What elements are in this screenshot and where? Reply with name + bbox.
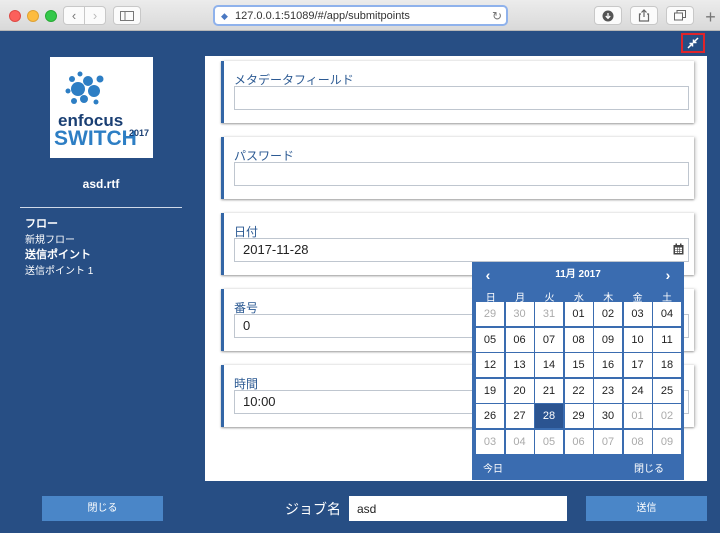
day-cell[interactable]: 08 xyxy=(623,429,652,454)
day-cell[interactable]: 01 xyxy=(623,404,652,428)
day-cell[interactable]: 09 xyxy=(653,429,681,454)
date-input[interactable]: 2017-11-28 xyxy=(234,238,689,262)
zoom-window-button[interactable] xyxy=(45,10,57,22)
calendar-icon[interactable] xyxy=(673,243,684,255)
browser-toolbar: ‹ › ◆ 127.0.0.1:51089/#/app/submitpoints… xyxy=(0,0,720,31)
downloads-button[interactable] xyxy=(594,6,622,25)
day-cell[interactable]: 23 xyxy=(594,378,622,403)
day-cell[interactable]: 04 xyxy=(505,429,534,454)
day-cell[interactable]: 26 xyxy=(476,404,504,428)
forward-button[interactable]: › xyxy=(84,6,106,25)
month-title[interactable]: 11月 2017 xyxy=(472,266,684,284)
file-name: asd.rtf xyxy=(82,177,120,191)
day-grid: 29 30 31 01 02 03 04 05 06 07 08 09 10 11 12 13 14 15 16 17… xyxy=(476,302,681,454)
collapse-toggle-button[interactable] xyxy=(681,33,705,53)
divider xyxy=(20,207,182,208)
datepicker-popup: ‹ 11月 2017 › 日月火水木金土 29 30 31 01 02 03 04 05 06 0… xyxy=(472,262,684,480)
day-cell[interactable]: 02 xyxy=(594,302,622,326)
chevron-right-icon: › xyxy=(665,267,671,283)
day-cell[interactable]: 29 xyxy=(564,404,593,428)
submit-point-label: 送信ポイント xyxy=(25,249,91,261)
flow-value: 新規フロー xyxy=(25,235,75,246)
day-cell[interactable]: 09 xyxy=(594,327,622,352)
chevron-left-icon: ‹ xyxy=(71,8,77,23)
day-cell[interactable]: 24 xyxy=(623,378,652,403)
date-value: 2017-11-28 xyxy=(243,242,309,257)
site-icon: ◆ xyxy=(221,10,228,21)
day-cell[interactable]: 07 xyxy=(535,327,563,352)
close-window-button[interactable] xyxy=(9,10,21,22)
logo-year-text: 2017 xyxy=(129,128,149,138)
day-cell[interactable]: 05 xyxy=(476,327,504,352)
back-button[interactable]: ‹ xyxy=(63,6,85,25)
day-cell[interactable]: 20 xyxy=(505,378,534,403)
flow-info: フロー 新規フロー xyxy=(25,215,75,246)
job-name-label: ジョブ名 xyxy=(285,501,341,517)
reload-icon[interactable]: ↻ xyxy=(492,9,502,23)
submit-point-value: 送信ポイント 1 xyxy=(25,266,94,277)
day-cell[interactable]: 29 xyxy=(476,302,504,326)
logo-switch-text: SWITCH xyxy=(54,127,137,150)
minimize-window-button[interactable] xyxy=(27,10,39,22)
day-cell[interactable]: 14 xyxy=(535,353,563,377)
day-cell[interactable]: 19 xyxy=(476,378,504,403)
sidebar-toggle-button[interactable] xyxy=(113,6,141,25)
day-cell[interactable]: 06 xyxy=(564,429,593,454)
next-month-button[interactable]: › xyxy=(659,266,677,284)
day-cell[interactable]: 28 xyxy=(535,404,563,428)
plus-icon: + xyxy=(705,7,716,27)
day-cell[interactable]: 05 xyxy=(535,429,563,454)
day-cell[interactable]: 04 xyxy=(653,302,681,326)
compress-icon xyxy=(687,37,699,49)
day-cell[interactable]: 18 xyxy=(653,353,681,377)
share-button[interactable] xyxy=(630,6,658,25)
day-cell[interactable]: 17 xyxy=(623,353,652,377)
address-bar[interactable]: ◆ 127.0.0.1:51089/#/app/submitpoints ↻ xyxy=(213,5,508,26)
day-cell[interactable]: 15 xyxy=(564,353,593,377)
day-cell[interactable]: 03 xyxy=(623,302,652,326)
day-cell[interactable]: 21 xyxy=(535,378,563,403)
day-cell[interactable]: 07 xyxy=(594,429,622,454)
close-button[interactable]: 閉じる xyxy=(42,496,163,521)
day-cell[interactable]: 13 xyxy=(505,353,534,377)
password-input[interactable] xyxy=(234,162,689,186)
day-cell[interactable]: 02 xyxy=(653,404,681,428)
enfocus-switch-logo: enfocus SWITCH 2017 xyxy=(50,57,153,158)
day-cell[interactable]: 03 xyxy=(476,429,504,454)
day-cell[interactable]: 25 xyxy=(653,378,681,403)
day-cell[interactable]: 31 xyxy=(535,302,563,326)
send-button[interactable]: 送信 xyxy=(586,496,707,521)
metadata-field-card: メタデータフィールド xyxy=(221,61,694,123)
day-cell[interactable]: 30 xyxy=(505,302,534,326)
tab-overview-button[interactable] xyxy=(666,6,694,25)
day-cell[interactable]: 10 xyxy=(623,327,652,352)
url-text: 127.0.0.1:51089/#/app/submitpoints xyxy=(235,9,410,22)
close-datepicker-button[interactable]: 閉じる xyxy=(634,460,664,475)
day-cell[interactable]: 08 xyxy=(564,327,593,352)
tabs-icon xyxy=(674,10,686,21)
day-cell[interactable]: 11 xyxy=(653,327,681,352)
job-name-input[interactable] xyxy=(349,496,567,521)
day-cell[interactable]: 22 xyxy=(564,378,593,403)
sidebar-icon xyxy=(120,10,134,21)
today-button[interactable]: 今日 xyxy=(483,460,503,475)
day-cell[interactable]: 30 xyxy=(594,404,622,428)
day-cell[interactable]: 01 xyxy=(564,302,593,326)
flow-label: フロー xyxy=(25,218,58,230)
day-cell[interactable]: 16 xyxy=(594,353,622,377)
chevron-right-icon: › xyxy=(92,8,98,23)
password-card: パスワード xyxy=(221,137,694,199)
download-icon xyxy=(602,10,614,21)
day-cell[interactable]: 06 xyxy=(505,327,534,352)
metadata-field-input[interactable] xyxy=(234,86,689,110)
day-cell[interactable]: 12 xyxy=(476,353,504,377)
new-tab-button[interactable]: + xyxy=(701,6,720,31)
day-cell[interactable]: 27 xyxy=(505,404,534,428)
submit-point-info: 送信ポイント 送信ポイント 1 xyxy=(25,246,93,277)
share-icon xyxy=(638,9,650,22)
